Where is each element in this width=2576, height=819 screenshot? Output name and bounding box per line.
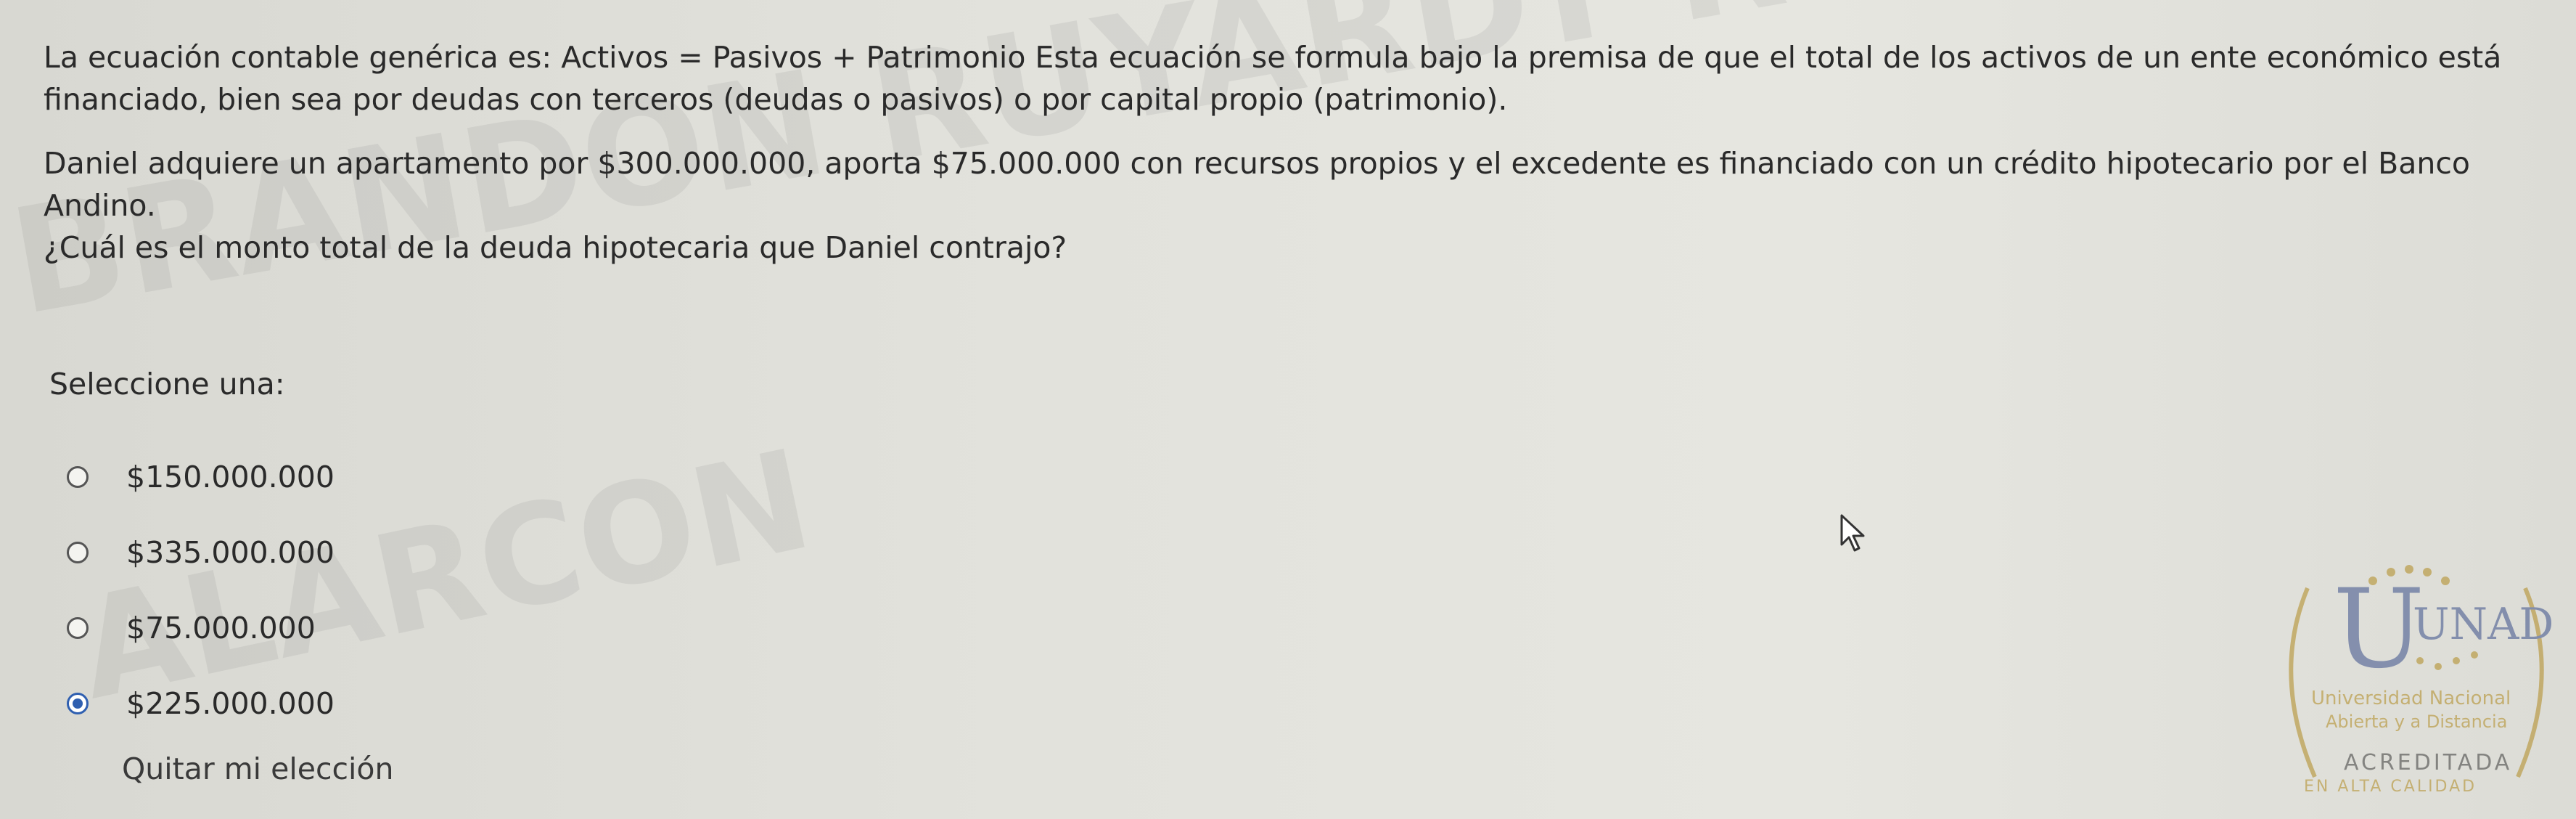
logo-line1: Universidad Nacional xyxy=(2311,688,2511,709)
logo-badge-sub: EN ALTA CALIDAD xyxy=(2304,778,2477,796)
answer-option-label: $335.000.000 xyxy=(126,535,335,570)
answer-option-label: $225.000.000 xyxy=(126,686,335,721)
answer-option-label: $75.000.000 xyxy=(126,611,316,645)
clear-choice-link[interactable]: Quitar mi elección xyxy=(122,751,394,786)
question-text: La ecuación contable genérica es: Activo… xyxy=(44,36,2561,269)
question-paragraph-case: Daniel adquiere un apartamento por $300.… xyxy=(44,146,2470,223)
svg-text:U: U xyxy=(2333,566,2424,693)
answer-option-c[interactable]: $75.000.000 xyxy=(67,590,335,666)
question-paragraph-equation: La ecuación contable genérica es: Activo… xyxy=(44,40,2502,117)
radio-button-icon[interactable] xyxy=(67,617,89,639)
answer-option-d[interactable]: $225.000.000 xyxy=(67,666,335,741)
answer-options: $150.000.000 $335.000.000 $75.000.000 $2… xyxy=(67,439,335,741)
answer-option-label: $150.000.000 xyxy=(126,460,335,494)
question-paragraph-ask: ¿Cuál es el monto total de la deuda hipo… xyxy=(44,230,1067,265)
mouse-pointer-icon xyxy=(1840,514,1865,552)
radio-button-selected-icon[interactable] xyxy=(67,693,89,714)
radio-button-icon[interactable] xyxy=(67,542,89,563)
radio-button-icon[interactable] xyxy=(67,466,89,488)
logo-badge: ACREDITADA xyxy=(2344,750,2512,775)
answer-option-a[interactable]: $150.000.000 xyxy=(67,439,335,515)
select-one-prompt: Seleccione una: xyxy=(49,367,285,402)
logo-line2: Abierta y a Distancia xyxy=(2326,712,2507,732)
unad-logo: U UNAD Universidad Nacional Abierta y a … xyxy=(2289,565,2554,796)
answer-option-b[interactable]: $335.000.000 xyxy=(67,515,335,590)
logo-name: UNAD xyxy=(2413,599,2554,650)
quiz-page: BRANDON RUYARDY ROMERO ALARCON La ecuaci… xyxy=(0,0,2576,819)
